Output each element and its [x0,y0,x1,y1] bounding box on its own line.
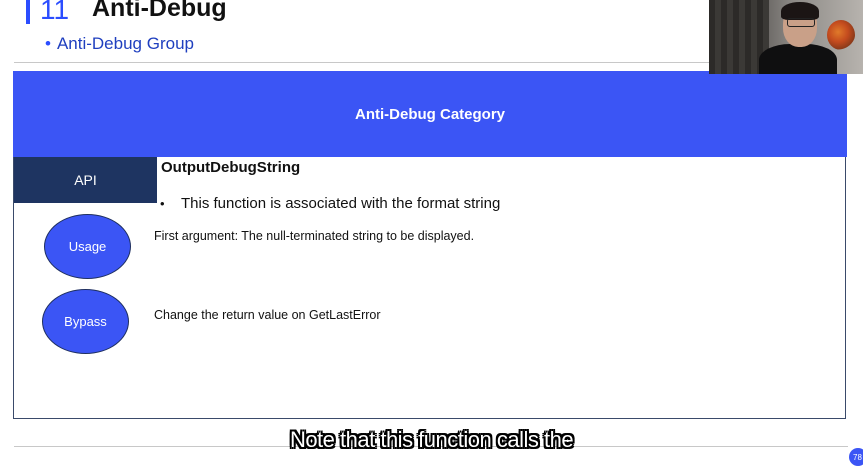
slide-subtitle: • Anti-Debug Group [45,34,194,54]
category-banner: Anti-Debug Category [13,71,847,157]
api-label-box: API [14,157,157,203]
usage-text: First argument: The null-terminated stri… [154,229,475,243]
bypass-oval: Bypass [42,289,129,354]
section-number: 11 [40,0,70,25]
subtitle-text: Anti-Debug Group [56,34,194,53]
bypass-text: Change the return value on GetLastError [154,308,381,322]
api-name: OutputDebugString [161,159,301,176]
glasses-icon [787,18,815,27]
usage-oval: Usage [44,214,131,279]
bullet-icon: • [160,196,165,211]
webcam-overlay [709,0,863,74]
api-description-text: This function is associated with the for… [181,195,501,212]
webcam-flowers [827,20,855,50]
bullet-icon: • [45,34,51,53]
slide-title: Anti-Debug [92,0,227,22]
video-caption: Note that this function calls the [289,427,574,452]
presenter-body [759,44,837,74]
title-accent-bar [26,0,30,24]
api-description: • This function is associated with the fo… [160,195,500,212]
